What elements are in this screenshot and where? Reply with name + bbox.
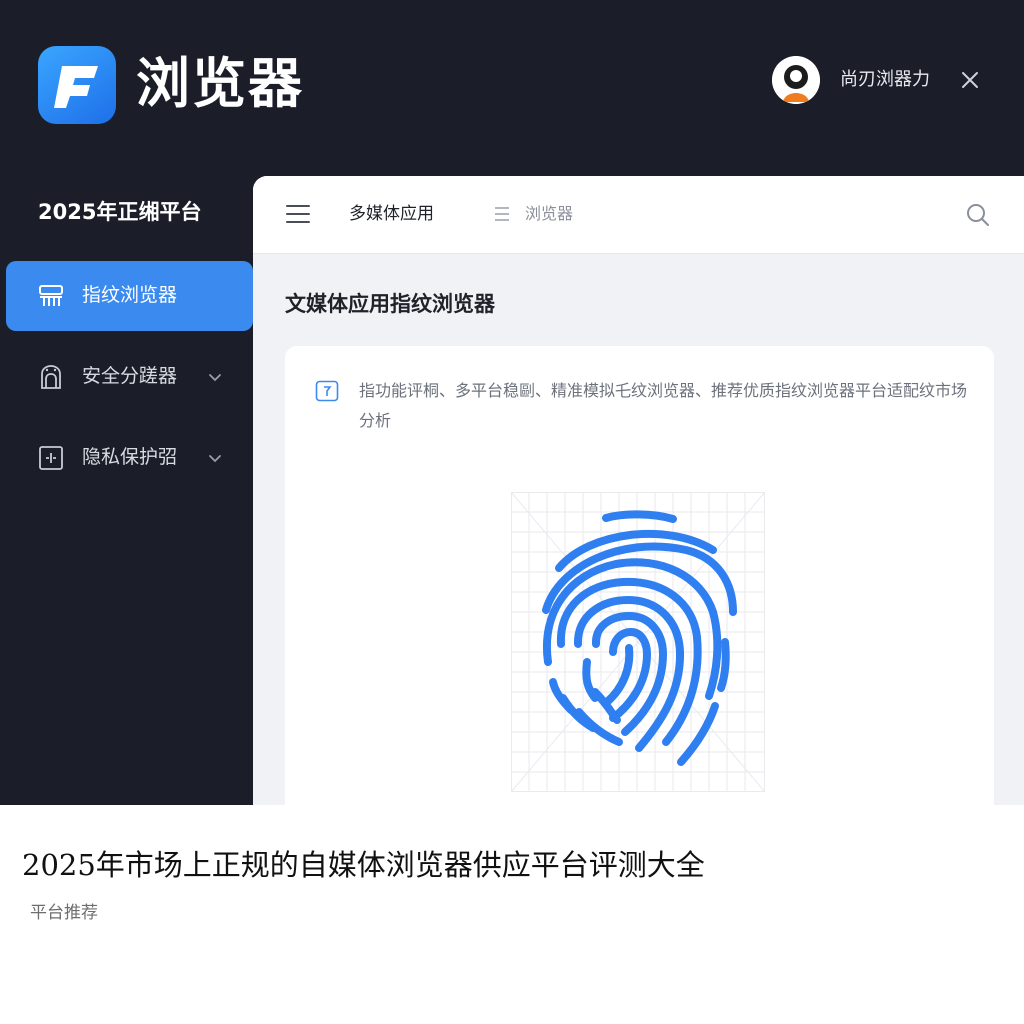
caption-title: 2025年市场上正规的自媒体浏览器供应平台评测大全 <box>22 848 705 882</box>
caption-area: 2025年市场上正规的自媒体浏览器供应平台评测大全 平台推荐 <box>0 805 1024 1024</box>
app-logo[interactable] <box>38 46 116 124</box>
sidebar-item-privacy[interactable]: 隐私保护弨 <box>6 423 253 493</box>
content-card: 指功能评桐、多平台稳剾、精准模拟乇纹浏览器、推荐优质指纹浏览器平台适配纹市场分析 <box>285 346 994 816</box>
sidebar-title: 2025年正缃平台 <box>38 200 202 224</box>
fingerprint-scanner-icon <box>39 285 63 306</box>
caption-subtitle: 平台推荐 <box>30 903 98 923</box>
app-logo-icon <box>54 66 98 108</box>
tab-browser[interactable]: 浏览器 <box>525 203 573 225</box>
sidebar-item-label: 隐私保护弨 <box>82 446 178 468</box>
user-name[interactable]: 尚刃浏器力 <box>840 68 930 92</box>
sidebar-item-security[interactable]: 安全分蹉器 <box>6 342 253 412</box>
fingerprint-illustration <box>511 492 765 792</box>
close-icon[interactable] <box>958 68 982 92</box>
privacy-box-icon <box>39 446 63 470</box>
sidebar-item-fingerprint-browser[interactable]: 指纹浏览器 <box>6 261 253 331</box>
app-title: 浏览器 <box>136 52 304 115</box>
shield-lock-icon <box>41 365 61 389</box>
chevron-down-icon[interactable] <box>206 449 224 467</box>
info-icon <box>315 380 339 402</box>
chevron-down-icon[interactable] <box>206 368 224 386</box>
avatar-icon <box>772 56 820 104</box>
main-panel: 多媒体应用 浏览器 文媒体应用指纹浏览器 指功能评桐、多平台稳剾、精准模拟乇纹浏… <box>253 176 1024 816</box>
list-icon <box>495 207 509 221</box>
sidebar-item-label: 安全分蹉器 <box>82 365 178 387</box>
toolbar: 多媒体应用 浏览器 <box>253 176 1024 254</box>
avatar[interactable] <box>772 56 820 104</box>
search-icon[interactable] <box>965 202 991 228</box>
description-text: 指功能评桐、多平台稳剾、精准模拟乇纹浏览器、推荐优质指纹浏览器平台适配纹市场分析 <box>359 381 968 430</box>
page-title: 文媒体应用指纹浏览器 <box>285 292 495 316</box>
tab-multimedia[interactable]: 多媒体应用 <box>349 202 434 226</box>
menu-icon[interactable] <box>285 203 311 225</box>
sidebar-item-label: 指纹浏览器 <box>82 284 178 306</box>
